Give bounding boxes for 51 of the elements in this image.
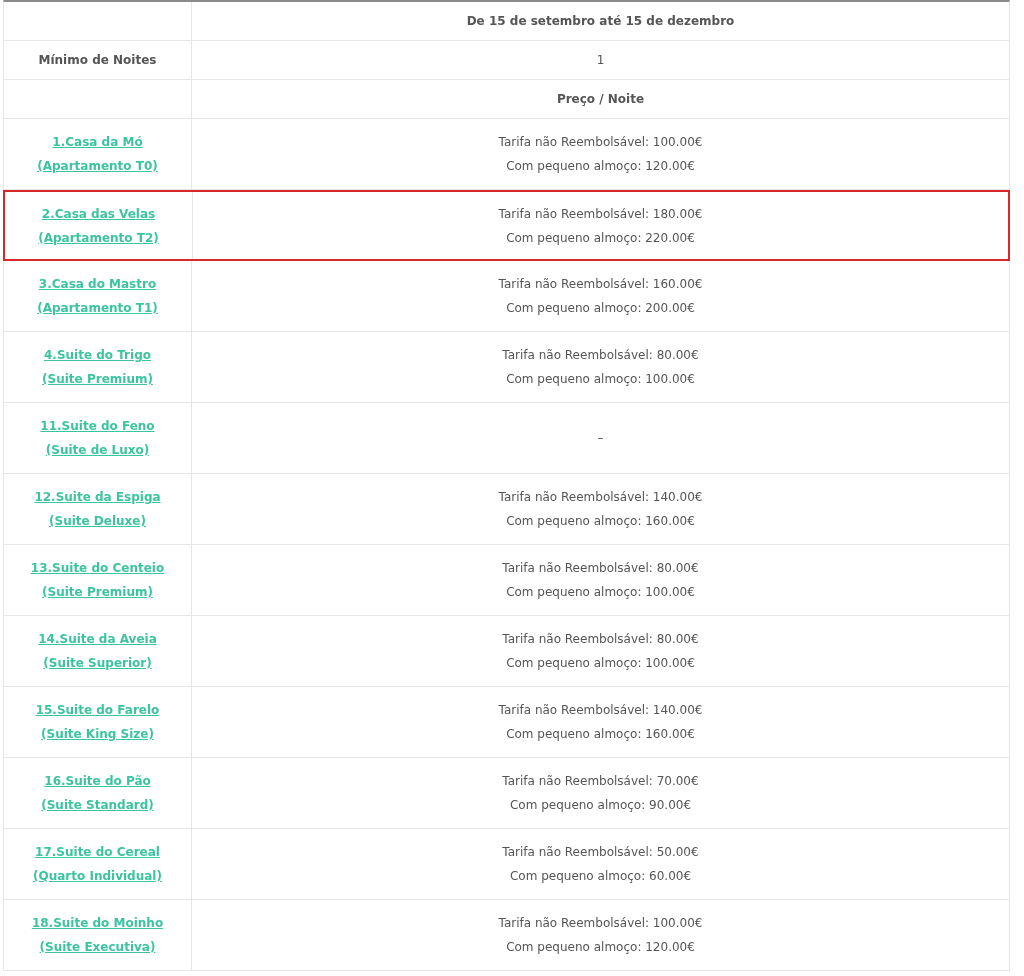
room-link[interactable]: 1.Casa da Mó <box>52 130 143 154</box>
room-link[interactable]: 18.Suite do Moinho <box>31 911 164 935</box>
price-text: Com pequeno almoço: 220.00€ <box>506 229 695 247</box>
price-text: Com pequeno almoço: 160.00€ <box>506 726 695 743</box>
price-text: Tarifa não Reembolsável: 80.00€ <box>502 560 699 577</box>
room-type-link[interactable]: (Suite King Size) <box>41 722 154 746</box>
price-text: Tarifa não Reembolsável: 80.00€ <box>502 347 699 364</box>
room-link[interactable]: 3.Casa do Mastro <box>38 272 157 296</box>
price-text: Com pequeno almoço: 60.00€ <box>509 868 692 885</box>
price-text: Com pequeno almoço: 100.00€ <box>506 655 695 672</box>
price-text: Tarifa não Reembolsável: 140.00€ <box>498 702 703 719</box>
room-link[interactable]: 13.Suite do Centeio <box>30 556 165 580</box>
table-cell-text: 1 <box>596 52 605 69</box>
room-link[interactable]: 4.Suite do Trigo <box>44 343 151 367</box>
price-text: Com pequeno almoço: 90.00€ <box>509 797 692 814</box>
room-link[interactable]: 16.Suite do Pão <box>44 769 151 793</box>
room-link[interactable]: 12.Suite da Espiga <box>34 485 161 509</box>
price-text: Com pequeno almoço: 120.00€ <box>506 939 695 956</box>
price-text: Com pequeno almoço: 200.00€ <box>506 300 695 317</box>
room-link[interactable]: 11.Suite do Feno <box>40 414 155 438</box>
column-heading: De 15 de setembro até 15 de dezembro <box>466 13 735 30</box>
room-link[interactable]: 15.Suite do Farelo <box>35 698 160 722</box>
price-text: Com pequeno almoço: 100.00€ <box>506 371 695 388</box>
price-text: Tarifa não Reembolsável: 180.00€ <box>498 205 703 223</box>
room-type-link[interactable]: (Quarto Individual) <box>33 864 162 888</box>
room-type-link[interactable]: (Apartamento T0) <box>37 154 158 178</box>
column-heading: Preço / Noite <box>556 91 645 108</box>
price-text: – <box>597 430 604 447</box>
price-text: Com pequeno almoço: 160.00€ <box>506 513 695 530</box>
room-type-link[interactable]: (Suite Premium) <box>42 580 153 604</box>
room-type-link[interactable]: (Suite Deluxe) <box>49 509 146 533</box>
room-link[interactable]: 17.Suite do Cereal <box>35 840 160 864</box>
price-text: Tarifa não Reembolsável: 160.00€ <box>498 276 703 293</box>
room-type-link[interactable]: (Suite Executiva) <box>39 935 156 959</box>
room-type-link[interactable]: (Apartamento T1) <box>37 296 158 320</box>
row-label: Mínimo de Noites <box>38 52 157 69</box>
price-text: Tarifa não Reembolsável: 100.00€ <box>498 134 703 151</box>
room-type-link[interactable]: (Apartamento T2) <box>38 225 159 250</box>
room-type-link[interactable]: (Suite Premium) <box>42 367 153 391</box>
price-text: Tarifa não Reembolsável: 100.00€ <box>498 915 703 932</box>
room-type-link[interactable]: (Suite de Luxo) <box>45 438 150 462</box>
price-text: Com pequeno almoço: 100.00€ <box>506 584 695 601</box>
room-type-link[interactable]: (Suite Standard) <box>41 793 154 817</box>
price-text: Tarifa não Reembolsável: 50.00€ <box>502 844 699 861</box>
price-text: Tarifa não Reembolsável: 80.00€ <box>502 631 699 648</box>
room-link[interactable]: 14.Suite da Aveia <box>38 627 157 651</box>
room-type-link[interactable]: (Suite Superior) <box>43 651 152 675</box>
price-text: Tarifa não Reembolsável: 70.00€ <box>502 773 699 790</box>
room-link[interactable]: 2.Casa das Velas <box>41 201 156 226</box>
price-text: Com pequeno almoço: 120.00€ <box>506 158 695 175</box>
price-text: Tarifa não Reembolsável: 140.00€ <box>498 489 703 506</box>
